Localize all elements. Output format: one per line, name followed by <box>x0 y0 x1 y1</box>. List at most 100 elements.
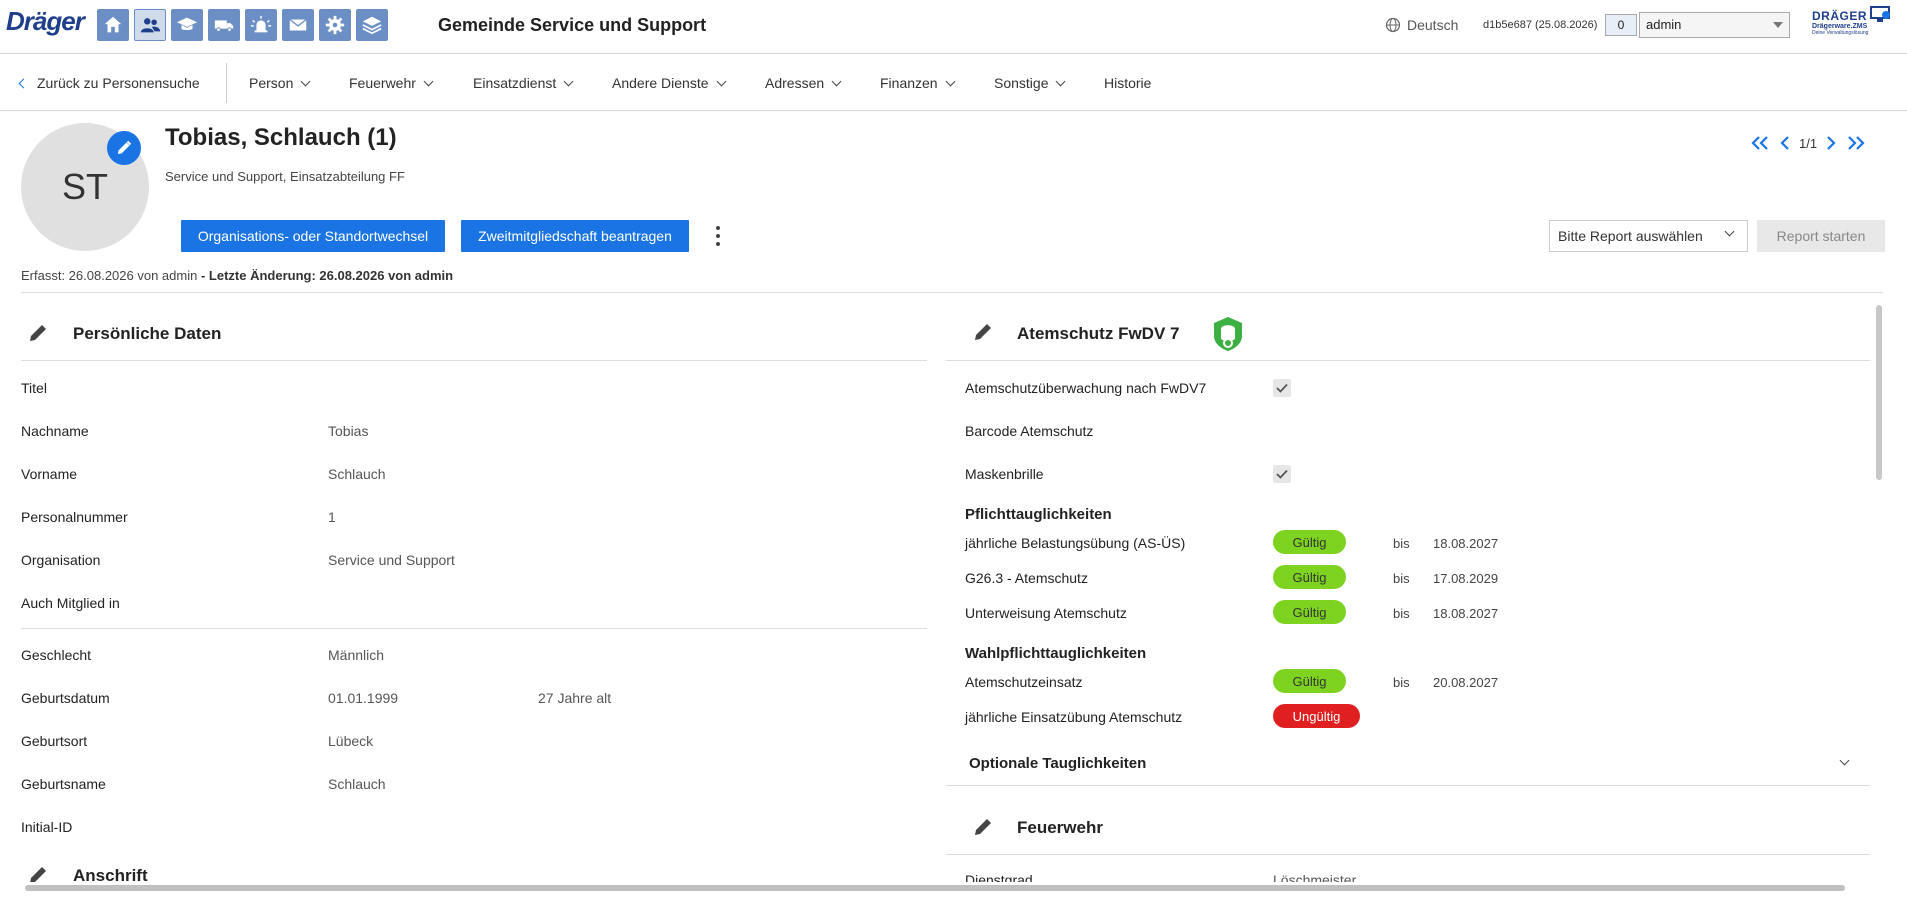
person-subtitle: Service und Support, Einsatzabteilung FF <box>165 169 405 184</box>
menu-label: Finanzen <box>880 75 938 91</box>
chevron-left-icon <box>18 78 29 88</box>
report-select[interactable]: Bitte Report auswählen <box>1549 220 1748 252</box>
change-organisation-button[interactable]: Organisations- oder Standortwechsel <box>181 220 445 252</box>
menu-bar: Zurück zu Personensuche Person Feuerwehr… <box>0 55 1907 111</box>
first-page-icon[interactable] <box>1749 135 1771 151</box>
message-counter[interactable]: 0 <box>1605 14 1637 36</box>
subsection-title-mandatory: Pflichttauglichkeiten <box>965 506 1112 523</box>
brand-logo-right: DRÄGER Drägerware.ZMS Deine Verwaltungsl… <box>1812 6 1900 36</box>
check-icon <box>1276 469 1288 479</box>
vertical-scrollbar[interactable] <box>1876 305 1882 480</box>
back-link[interactable]: Zurück zu Personensuche <box>18 75 200 91</box>
until-label: bis <box>1393 571 1410 586</box>
language-selector[interactable]: Deutsch <box>1385 17 1458 33</box>
until-label: bis <box>1393 675 1410 690</box>
menu-adressen[interactable]: Adressen <box>765 75 842 91</box>
record-meta: Erfasst: 26.08.2026 von admin - Letzte Ä… <box>21 268 453 283</box>
menu-einsatzdienst[interactable]: Einsatzdienst <box>473 75 574 91</box>
meta-changed: - Letzte Änderung: 26.08.2026 von admin <box>197 268 454 283</box>
field-label: Maskenbrille <box>965 466 1044 482</box>
status-badge: Gültig <box>1273 565 1346 589</box>
edit-respiratory-icon[interactable] <box>972 321 994 343</box>
pager-label: 1/1 <box>1799 135 1818 151</box>
edit-fire-department-icon[interactable] <box>972 816 994 838</box>
subsection-title-elective: Wahlpflichttauglichkeiten <box>965 645 1147 662</box>
checkbox-monitoring[interactable] <box>1273 379 1291 397</box>
vehicle-icon[interactable] <box>208 9 240 41</box>
second-membership-button[interactable]: Zweitmitgliedschaft beantragen <box>461 220 689 252</box>
respiratory-mask-icon <box>1214 317 1242 351</box>
field-label: Geburtsort <box>21 733 88 749</box>
chevron-down-icon <box>716 76 726 86</box>
until-label: bis <box>1393 536 1410 551</box>
menu-person[interactable]: Person <box>249 75 311 91</box>
back-link-label: Zurück zu Personensuche <box>37 75 200 91</box>
menu-divider <box>226 63 227 103</box>
fitness-label: jährliche Belastungsübung (AS-ÜS) <box>965 535 1186 551</box>
menu-label: Einsatzdienst <box>473 75 557 91</box>
meta-created: Erfasst: 26.08.2026 von admin <box>21 268 198 283</box>
home-icon[interactable] <box>97 9 129 41</box>
section-title-personal: Persönliche Daten <box>73 324 222 343</box>
field-label: Geschlecht <box>21 647 92 663</box>
checkbox-mask-glasses[interactable] <box>1273 465 1291 483</box>
edit-personal-data-icon[interactable] <box>27 322 49 344</box>
field-label: Atemschutzüberwachung nach FwDV7 <box>965 380 1207 396</box>
status-badge: Gültig <box>1273 530 1346 554</box>
status-badge: Gültig <box>1273 669 1346 693</box>
persons-icon[interactable] <box>134 9 166 41</box>
menu-label: Sonstige <box>994 75 1049 91</box>
chevron-down-icon[interactable] <box>1839 755 1850 766</box>
field-label: Geburtsdatum <box>21 690 110 706</box>
divider <box>21 628 927 629</box>
field-value: 01.01.1999 <box>328 690 399 706</box>
pager: 1/1 <box>1749 135 1867 151</box>
divider <box>946 854 1870 855</box>
menu-label: Historie <box>1104 75 1152 91</box>
field-label: Organisation <box>21 552 101 568</box>
next-page-icon[interactable] <box>1825 135 1837 151</box>
user-select[interactable]: admin <box>1639 12 1790 38</box>
mail-icon[interactable] <box>282 9 314 41</box>
field-value: Schlauch <box>328 466 386 482</box>
section-title-respiratory: Atemschutz FwDV 7 <box>1017 324 1180 343</box>
chevron-down-icon <box>300 76 311 86</box>
report-select-value: Bitte Report auswählen <box>1558 228 1703 244</box>
menu-finanzen[interactable]: Finanzen <box>880 75 956 91</box>
top-bar: Dräger Gemeinde Service und Support Deut… <box>0 0 1907 54</box>
menu-feuerwehr[interactable]: Feuerwehr <box>349 75 434 91</box>
brand-logo[interactable]: Dräger <box>6 6 85 37</box>
field-label: Initial-ID <box>21 819 73 835</box>
layers-icon[interactable] <box>356 9 388 41</box>
edit-avatar-button[interactable] <box>107 131 141 165</box>
chevron-down-icon <box>945 76 956 86</box>
optional-fitness-toggle[interactable]: Optionale Tauglichkeiten <box>969 755 1146 772</box>
horizontal-scrollbar[interactable] <box>25 885 1845 891</box>
valid-until-date: 18.08.2027 <box>1433 606 1499 621</box>
fitness-label: jährliche Einsatzübung Atemschutz <box>965 709 1183 725</box>
last-page-icon[interactable] <box>1845 135 1867 151</box>
menu-andere-dienste[interactable]: Andere Dienste <box>612 75 726 91</box>
previous-page-icon[interactable] <box>1779 135 1791 151</box>
menu-label: Feuerwehr <box>349 75 416 91</box>
education-icon[interactable] <box>171 9 203 41</box>
menu-sonstige[interactable]: Sonstige <box>994 75 1066 91</box>
language-label: Deutsch <box>1407 17 1459 33</box>
section-title-fire-department: Feuerwehr <box>1017 818 1103 837</box>
field-label: Geburtsname <box>21 776 106 792</box>
age-value: 27 Jahre alt <box>538 690 612 706</box>
settings-icon[interactable] <box>319 9 351 41</box>
globe-icon <box>1385 17 1401 33</box>
menu-label: Person <box>249 75 294 91</box>
alarm-icon[interactable] <box>245 9 277 41</box>
divider <box>946 785 1870 786</box>
status-badge: Gültig <box>1273 600 1346 624</box>
more-options-icon[interactable] <box>711 224 725 248</box>
fitness-label: Atemschutzeinsatz <box>965 674 1083 690</box>
menu-label: Andere Dienste <box>612 75 709 91</box>
report-start-button[interactable]: Report starten <box>1757 220 1885 252</box>
brand-right-tagline: Deine Verwaltungslösung <box>1812 30 1869 36</box>
menu-historie[interactable]: Historie <box>1104 75 1151 91</box>
field-value: Schlauch <box>328 776 386 792</box>
message-count: 0 <box>1617 18 1625 32</box>
